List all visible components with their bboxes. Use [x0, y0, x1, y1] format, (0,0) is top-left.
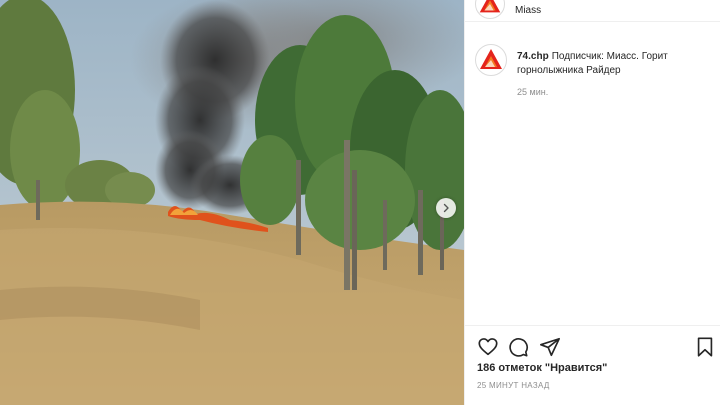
channel-logo-icon [479, 0, 501, 13]
like-button[interactable] [477, 336, 499, 358]
post-media [0, 0, 464, 405]
share-button[interactable] [539, 336, 561, 358]
avatar[interactable] [475, 0, 505, 19]
post-location[interactable]: Miass [515, 5, 541, 16]
comment-button[interactable] [507, 336, 529, 358]
next-button[interactable] [436, 198, 456, 218]
likes-count[interactable]: 186 отметок "Нравится" [477, 362, 607, 374]
bookmark-icon [697, 337, 713, 357]
avatar[interactable] [475, 44, 507, 76]
share-icon [540, 337, 560, 357]
post-header: Miass [465, 0, 720, 22]
heart-icon [478, 338, 498, 356]
caption-text: 74.chp Подписчик: Миасс. Горит горнолыжни… [517, 50, 709, 78]
caption-username[interactable]: 74.chp [517, 51, 549, 62]
save-button[interactable] [694, 336, 716, 358]
post-actions: 186 отметок "Нравится" 25 МИНУТ НАЗАД [465, 325, 720, 405]
forest-fire-photo [0, 0, 464, 405]
chevron-right-icon [443, 203, 449, 213]
post-sidebar: Miass 74.chp Подписчик: Миасс. Горит горн… [464, 0, 720, 405]
caption-time: 25 мин. [517, 87, 549, 97]
post-timestamp: 25 МИНУТ НАЗАД [477, 381, 550, 390]
channel-logo-icon [480, 49, 502, 69]
comment-icon [509, 338, 528, 357]
